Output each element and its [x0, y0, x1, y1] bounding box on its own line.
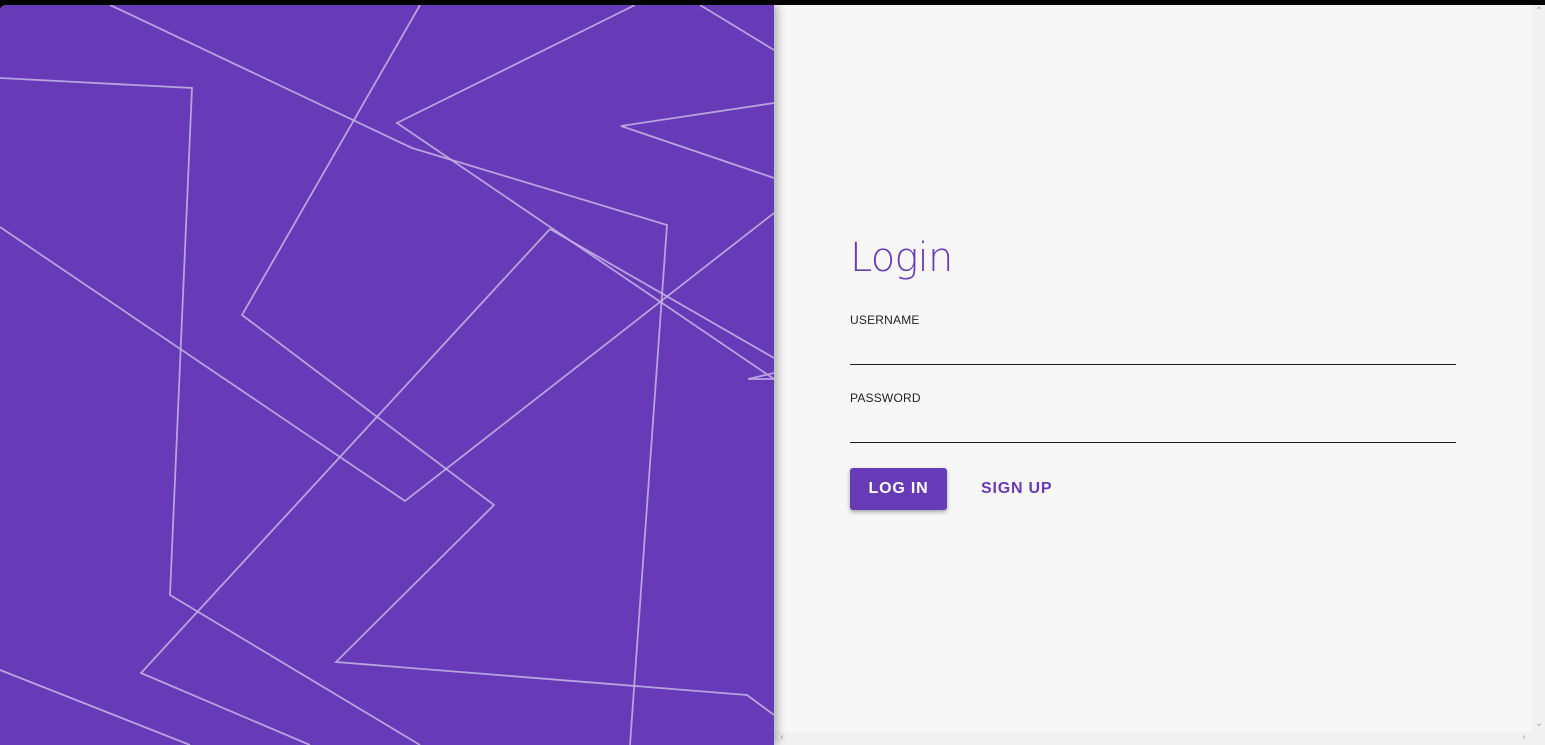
chevron-left-icon[interactable]: ‹	[777, 733, 787, 743]
chevron-up-icon[interactable]: ⌃	[1534, 7, 1544, 17]
form-actions: LOG IN SIGN UP	[850, 468, 1456, 510]
log-in-button[interactable]: LOG IN	[850, 468, 947, 510]
page-title: Login	[850, 235, 953, 281]
password-field: PASSWORD	[850, 391, 1456, 443]
password-input[interactable]	[850, 414, 1456, 443]
username-field: USERNAME	[850, 313, 1456, 365]
chevron-down-icon[interactable]: ⌄	[1534, 719, 1544, 729]
username-label: USERNAME	[850, 313, 920, 327]
password-label: PASSWORD	[850, 391, 921, 405]
sign-up-button[interactable]: SIGN UP	[966, 468, 1067, 510]
vertical-scrollbar[interactable]: ⌃ ⌄	[1532, 5, 1545, 745]
username-input[interactable]	[850, 336, 1456, 365]
app-window: Login USERNAME PASSWORD LOG IN SIGN UP ⌃…	[0, 5, 1545, 745]
geometric-line-pattern	[0, 5, 774, 745]
login-form: Login USERNAME PASSWORD LOG IN SIGN UP	[850, 229, 1456, 510]
horizontal-scrollbar[interactable]: ‹ ›	[774, 732, 1532, 745]
decorative-background-panel	[0, 5, 774, 745]
login-panel: Login USERNAME PASSWORD LOG IN SIGN UP	[774, 5, 1532, 745]
chevron-right-icon[interactable]: ›	[1519, 733, 1529, 743]
